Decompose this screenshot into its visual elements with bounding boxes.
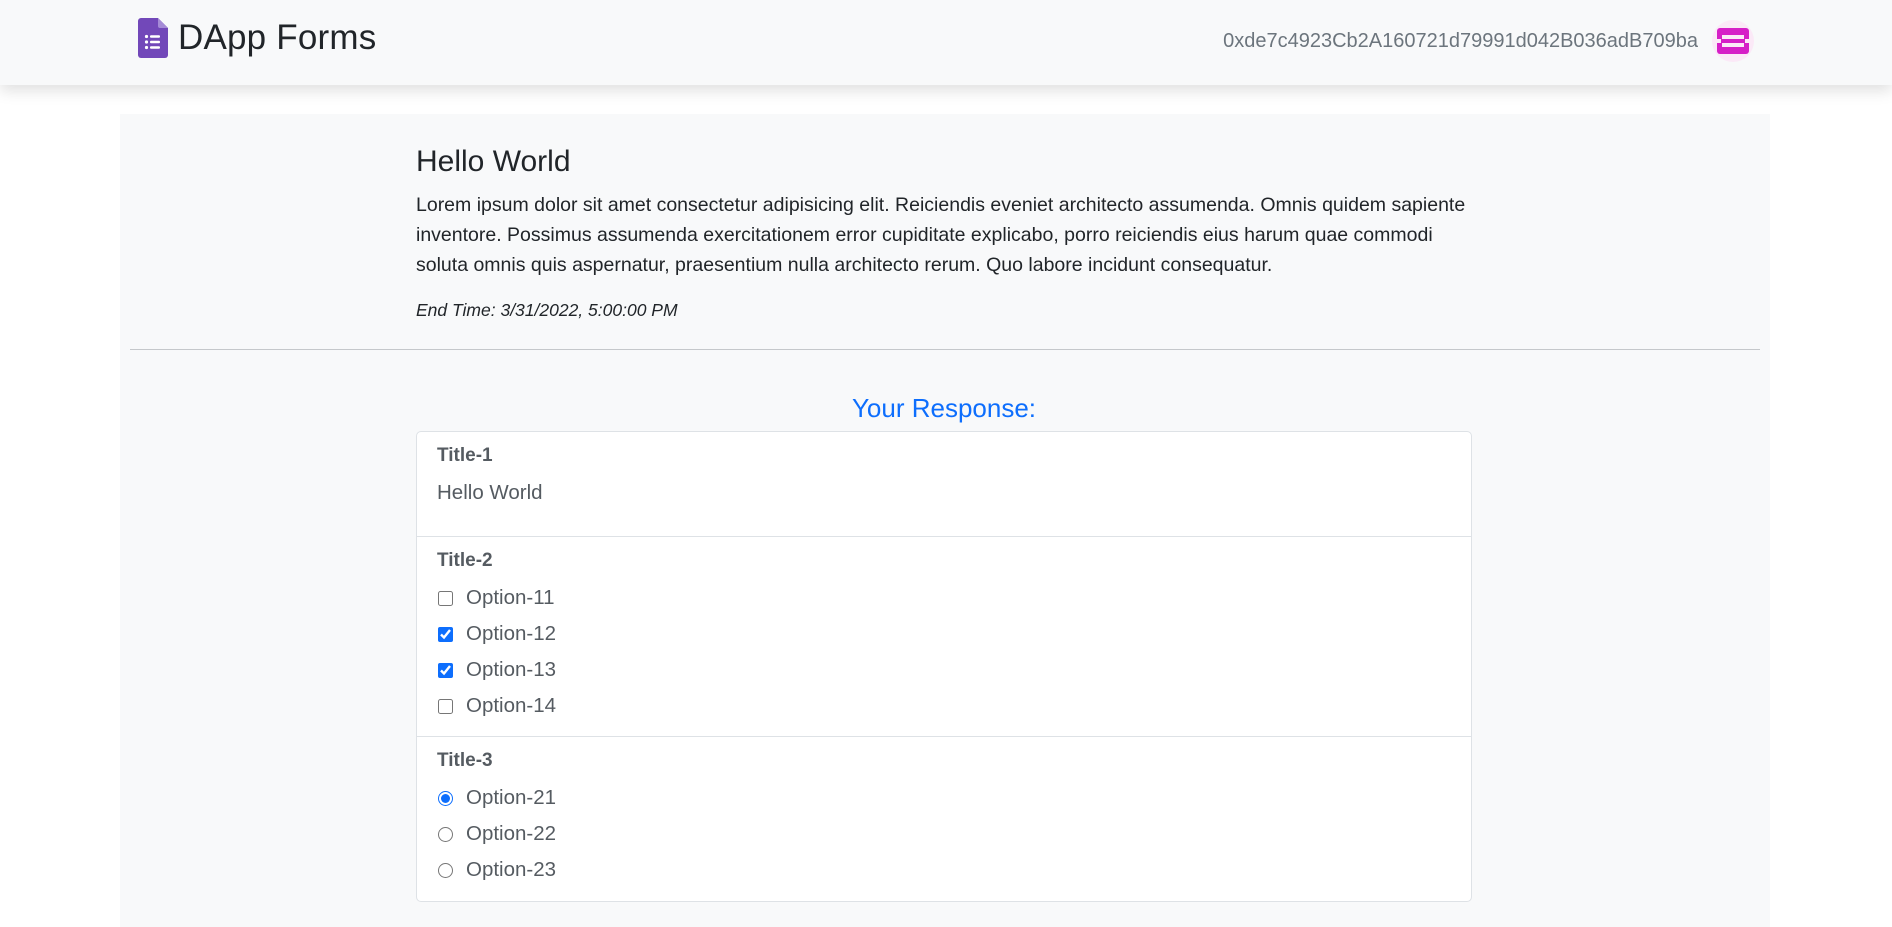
checkbox-option[interactable]: Option-11 [437, 580, 1451, 616]
radio-option[interactable]: Option-23 [437, 852, 1451, 888]
checkbox-option[interactable]: Option-13 [437, 652, 1451, 688]
form-end-time: End Time: 3/31/2022, 5:00:00 PM [416, 300, 678, 320]
wallet-address: 0xde7c4923Cb2A160721d79991d042B036adB709… [1223, 29, 1698, 52]
option-label: Option-11 [466, 586, 555, 609]
checkbox[interactable] [438, 698, 453, 714]
checkbox-option[interactable]: Option-14 [437, 688, 1451, 724]
checkbox[interactable] [438, 590, 453, 606]
form-description: Lorem ipsum dolor sit amet consectetur a… [416, 194, 1466, 276]
radio-group: Option-21 Option-22 Option-23 [437, 780, 1451, 888]
identicon-avatar[interactable] [1712, 20, 1754, 62]
checkbox-group: Option-11 Option-12 Option-13 Option-14 [437, 580, 1451, 724]
radio-option[interactable]: Option-22 [437, 816, 1451, 852]
option-label: Option-22 [466, 822, 557, 845]
response-heading: Your Response: [851, 393, 1037, 423]
checkbox[interactable] [438, 626, 453, 642]
option-label: Option-23 [466, 858, 557, 881]
checkbox[interactable] [438, 662, 453, 678]
checkbox-option[interactable]: Option-12 [437, 616, 1451, 652]
google-forms-icon [138, 18, 168, 58]
text-answer: Hello World [437, 481, 543, 504]
form-container: Hello World Lorem ipsum dolor sit amet c… [120, 114, 1770, 927]
question-title: Title-1 [437, 445, 493, 466]
brand-name: DApp Forms [178, 18, 377, 57]
response-card: Title-1 Hello World Title-2 Option-11 Op… [416, 431, 1472, 902]
account-info: 0xde7c4923Cb2A160721d79991d042B036adB709… [1223, 20, 1754, 62]
radio-option[interactable]: Option-21 [437, 780, 1451, 816]
question-title: Title-2 [437, 550, 493, 571]
option-label: Option-12 [466, 622, 557, 645]
question-1: Title-1 Hello World [417, 432, 1471, 537]
radio-button[interactable] [438, 862, 453, 878]
question-2: Title-2 Option-11 Option-12 Option-13 Op… [417, 537, 1471, 737]
question-3: Title-3 Option-21 Option-22 Option-23 [417, 737, 1471, 901]
identicon-icon [1717, 28, 1749, 54]
brand-link[interactable]: DApp Forms [138, 14, 376, 62]
option-label: Option-14 [466, 694, 557, 717]
option-label: Option-21 [466, 786, 557, 809]
radio-button[interactable] [438, 826, 453, 842]
question-title: Title-3 [437, 750, 493, 771]
navbar: DApp Forms 0xde7c4923Cb2A160721d79991d04… [0, 0, 1892, 85]
form-title: Hello World [416, 145, 571, 178]
form-header: Hello World Lorem ipsum dolor sit amet c… [416, 144, 1471, 321]
radio-button[interactable] [438, 790, 453, 806]
section-divider [130, 349, 1760, 350]
option-label: Option-13 [466, 658, 557, 681]
